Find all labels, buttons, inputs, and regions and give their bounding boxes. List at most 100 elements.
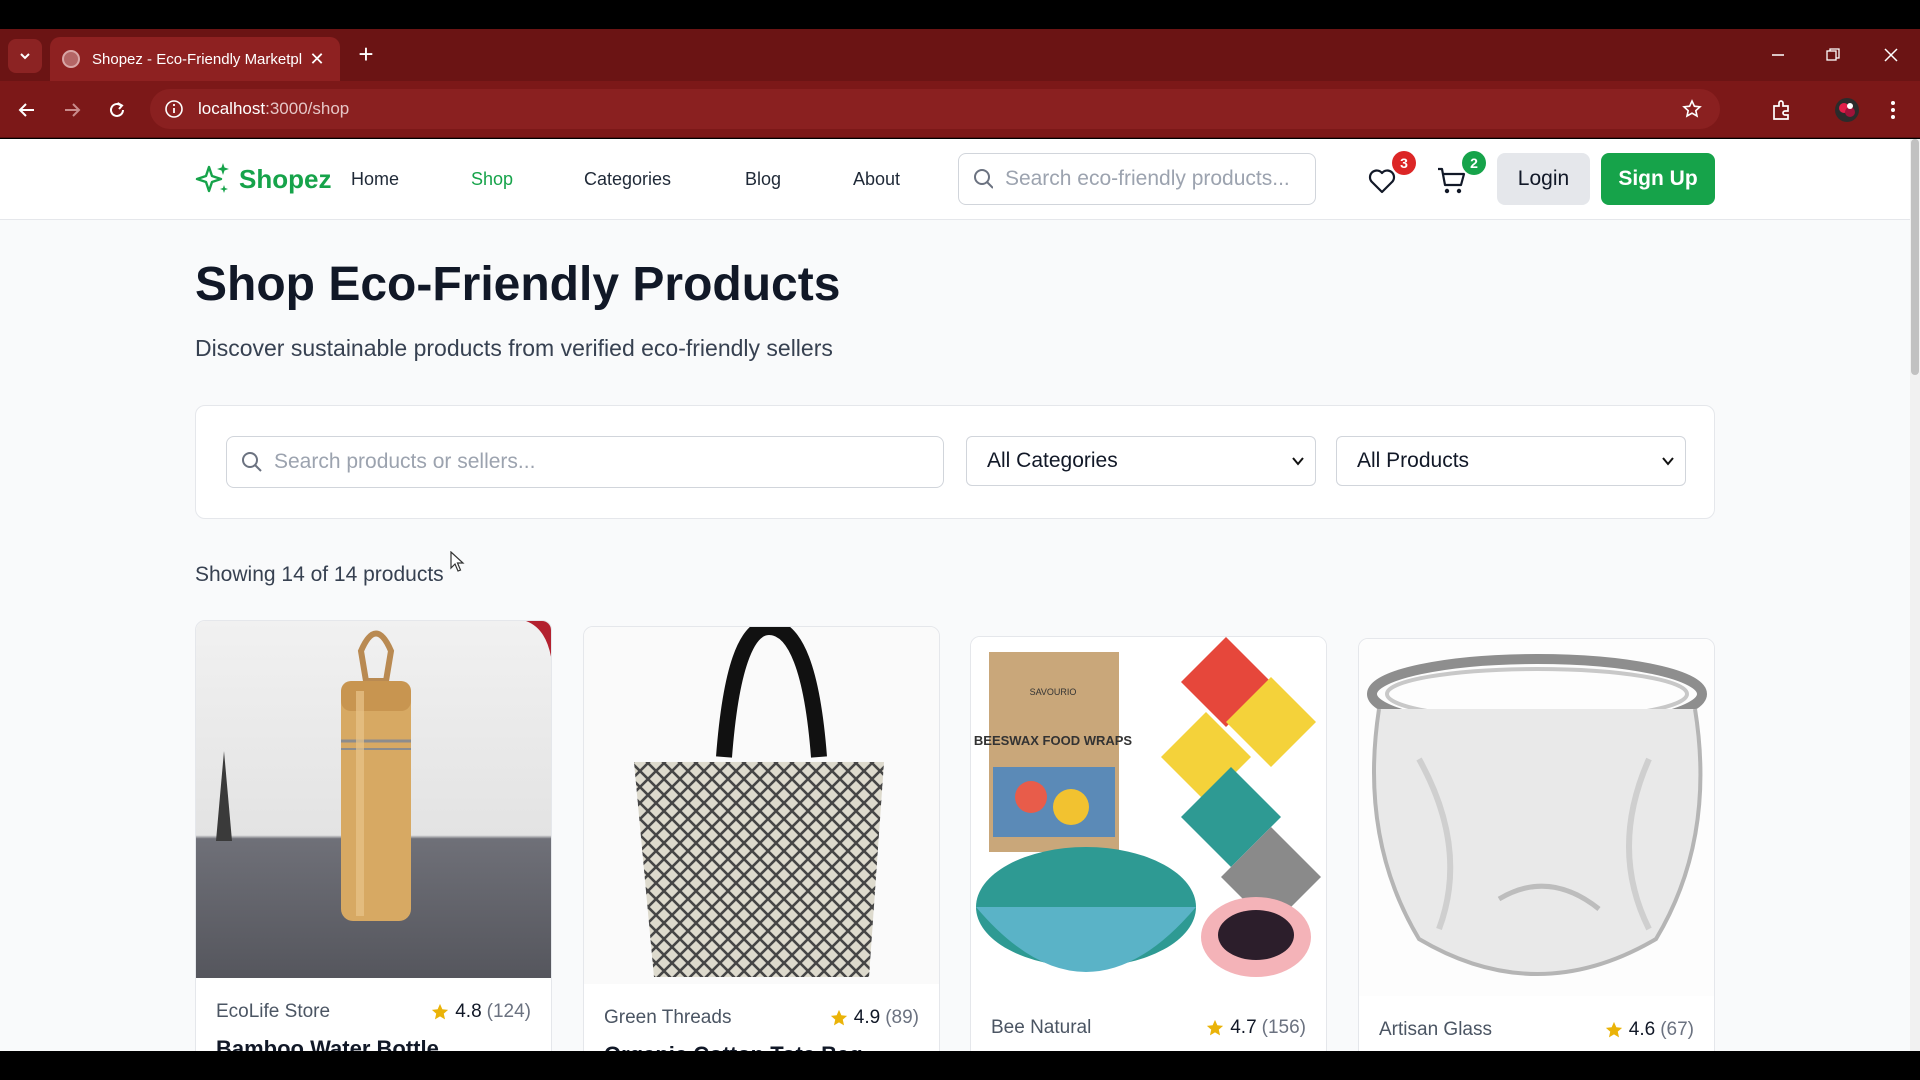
product-image-bamboo-bottle[interactable] <box>196 621 551 978</box>
wrap-package-text: BEESWAX FOOD WRAPS <box>974 733 1133 748</box>
restore-icon <box>1826 48 1840 61</box>
product-card[interactable]: SAVOURIO BEESWAX FOOD WRAPS Bee Natural <box>970 636 1327 1051</box>
puzzle-icon <box>1773 100 1789 120</box>
browser-titlebar: Shopez - Eco-Friendly Marketpl ✕ + <box>0 29 1920 81</box>
heart-icon <box>1368 169 1396 194</box>
extensions-button[interactable] <box>1767 95 1797 125</box>
address-bar[interactable]: localhost:3000/shop <box>150 89 1720 129</box>
product-meta: Artisan Glass 4.6 (67) <box>1359 996 1714 1051</box>
seller-name[interactable]: Bee Natural <box>991 1017 1091 1039</box>
star-icon <box>432 1003 449 1020</box>
product-name[interactable]: Organic Cotton Tote Bag <box>584 1042 939 1051</box>
product-rating: 4.6 (67) <box>1605 1019 1694 1041</box>
page-title: Shop Eco-Friendly Products <box>195 258 841 311</box>
product-rating: 4.8 (124) <box>431 1001 531 1023</box>
login-button[interactable]: Login <box>1497 153 1590 205</box>
product-meta: Bee Natural 4.7 (156) <box>971 994 1326 1051</box>
star-icon <box>1207 1019 1224 1036</box>
product-image-glass-jar[interactable] <box>1359 639 1714 996</box>
site-info-icon[interactable] <box>164 99 184 119</box>
reload-button[interactable] <box>102 95 132 125</box>
seller-name[interactable]: Green Threads <box>604 1007 731 1029</box>
category-select[interactable]: All Categories <box>966 436 1316 486</box>
browser-menu-button[interactable] <box>1878 95 1908 125</box>
header-search[interactable] <box>958 153 1316 205</box>
seller-name[interactable]: EcoLife Store <box>216 1001 330 1023</box>
nav-shop[interactable]: Shop <box>471 169 513 190</box>
close-icon <box>1884 48 1898 62</box>
arrow-left-icon <box>18 103 34 117</box>
signup-button[interactable]: Sign Up <box>1601 153 1715 205</box>
globe-icon <box>62 50 80 68</box>
search-icon <box>242 452 262 472</box>
product-search[interactable] <box>226 436 944 488</box>
wrap-brand-text: SAVOURIO <box>1030 687 1077 697</box>
web-page: Shopez Home Shop Categories Blog About 3… <box>0 139 1910 1051</box>
cart-button[interactable]: 2 <box>1432 151 1486 201</box>
product-card[interactable]: Artisan Glass 4.6 (67) <box>1358 638 1715 1051</box>
scrollbar-thumb[interactable] <box>1911 139 1919 375</box>
forward-button[interactable] <box>57 95 87 125</box>
minimize-button[interactable] <box>1753 29 1803 81</box>
result-count: Showing 14 of 14 products <box>195 563 444 586</box>
kebab-menu-icon <box>1891 101 1895 119</box>
sparkles-icon <box>195 163 229 193</box>
bamboo-bottle-illustration <box>216 621 551 921</box>
arrow-right-icon <box>65 103 81 117</box>
restore-button[interactable] <box>1808 29 1858 81</box>
product-filter-select[interactable]: All Products <box>1336 436 1686 486</box>
category-select-value: All Categories <box>987 449 1118 472</box>
product-image-tote-bag[interactable] <box>584 627 939 984</box>
product-name[interactable]: Bamboo Water Bottle <box>196 1036 551 1051</box>
product-rating: 4.9 (89) <box>830 1007 919 1029</box>
cart-icon <box>1438 167 1466 194</box>
browser-tab-active[interactable]: Shopez - Eco-Friendly Marketpl ✕ <box>50 37 340 81</box>
tab-search-button[interactable] <box>8 39 42 73</box>
seller-name[interactable]: Artisan Glass <box>1379 1019 1492 1041</box>
tab-title: Shopez - Eco-Friendly Marketpl <box>92 50 302 68</box>
nav-about[interactable]: About <box>853 169 900 190</box>
wishlist-button[interactable]: 3 <box>1362 151 1416 201</box>
profile-button[interactable] <box>1832 95 1862 125</box>
url-host: localhost <box>198 99 266 118</box>
review-count: (156) <box>1261 1017 1306 1038</box>
tab-close-icon[interactable]: ✕ <box>306 49 328 70</box>
page-scrollbar[interactable] <box>1910 139 1920 1051</box>
chevron-down-icon <box>1292 457 1304 466</box>
nav-categories[interactable]: Categories <box>584 169 671 190</box>
site-logo[interactable]: Shopez <box>195 161 331 197</box>
product-card[interactable]: Green Threads 4.9 (89) Organic Cotton To… <box>583 626 940 1051</box>
back-button[interactable] <box>12 95 42 125</box>
beeswax-wraps-illustration: SAVOURIO BEESWAX FOOD WRAPS <box>974 637 1321 977</box>
product-image-beeswax-wraps[interactable]: SAVOURIO BEESWAX FOOD WRAPS <box>971 637 1326 994</box>
new-tab-button[interactable]: + <box>352 41 380 69</box>
nav-blog[interactable]: Blog <box>745 169 781 190</box>
product-search-input[interactable] <box>273 450 943 474</box>
rating-value: 4.6 <box>1628 1019 1656 1040</box>
review-count: (67) <box>1660 1019 1694 1040</box>
minimize-icon <box>1772 54 1784 56</box>
review-count: (124) <box>486 1001 531 1022</box>
chevron-down-icon <box>20 53 30 60</box>
wishlist-count-badge: 3 <box>1392 151 1416 175</box>
glass-jar-illustration <box>1367 654 1707 976</box>
nav-home[interactable]: Home <box>351 169 399 190</box>
close-window-button[interactable] <box>1866 29 1916 81</box>
header-search-input[interactable] <box>1004 167 1315 191</box>
chevron-down-icon <box>1662 457 1674 466</box>
tote-bag-illustration <box>634 627 884 977</box>
search-icon <box>974 169 993 189</box>
reload-icon <box>110 102 124 117</box>
product-rating: 4.7 (156) <box>1206 1017 1306 1039</box>
url-text: localhost:3000/shop <box>198 99 349 119</box>
product-card[interactable]: EcoLife Store 4.8 (124) Bamboo Water Bot… <box>195 620 552 1051</box>
rating-value: 4.7 <box>1230 1017 1257 1038</box>
rating-value: 4.9 <box>853 1007 881 1028</box>
logo-text: Shopez <box>239 163 332 194</box>
filter-panel: All Categories All Products <box>195 405 1715 519</box>
star-icon <box>830 1009 847 1026</box>
url-path: :3000/shop <box>265 99 350 118</box>
star-icon <box>1605 1021 1622 1038</box>
page-subtitle: Discover sustainable products from verif… <box>195 335 833 361</box>
bookmark-star-icon[interactable] <box>1682 99 1702 119</box>
